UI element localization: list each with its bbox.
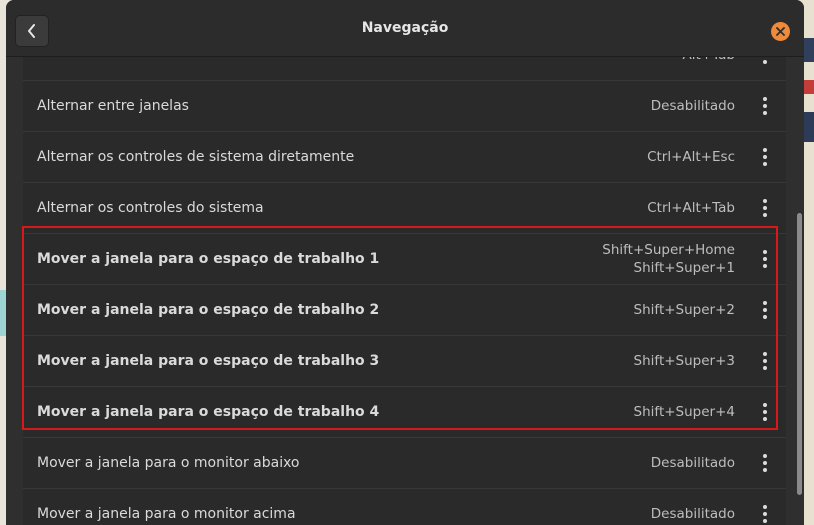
settings-dialog: Navegação Alt+Tab Alternar entre janelas D… bbox=[6, 0, 804, 525]
kebab-dot bbox=[763, 410, 767, 414]
shortcut-label: Mover a janela para o espaço de trabalho… bbox=[37, 302, 380, 318]
shortcut-keys: Shift+Super+2 bbox=[634, 301, 735, 319]
more-options-icon[interactable] bbox=[762, 148, 768, 166]
more-options-icon[interactable] bbox=[762, 57, 768, 64]
shortcut-row[interactable]: Alternar os controles do sistema Ctrl+Alt… bbox=[23, 183, 786, 234]
kebab-dot bbox=[763, 264, 767, 268]
kebab-dot bbox=[763, 454, 767, 458]
kebab-dot bbox=[763, 366, 767, 370]
shortcut-key-value: Shift+Super+1 bbox=[633, 260, 735, 276]
shortcut-label: Mover a janela para o espaço de trabalho… bbox=[37, 353, 380, 369]
more-options-icon[interactable] bbox=[762, 97, 768, 115]
shortcut-row[interactable]: Mover a janela para o espaço de trabalho… bbox=[23, 234, 786, 285]
shortcut-keys: Ctrl+Alt+Esc bbox=[647, 148, 735, 166]
kebab-dot bbox=[763, 250, 767, 254]
kebab-dot bbox=[763, 199, 767, 203]
shortcut-key-value: Desabilitado bbox=[650, 506, 735, 522]
kebab-dot bbox=[763, 111, 767, 115]
shortcut-keys: Desabilitado bbox=[651, 97, 735, 115]
kebab-dot bbox=[763, 97, 767, 101]
shortcut-row[interactable]: Mover a janela para o espaço de trabalho… bbox=[23, 285, 786, 336]
shortcut-keys: Shift+Super+4 bbox=[634, 403, 735, 421]
kebab-dot bbox=[763, 308, 767, 312]
kebab-dot bbox=[763, 301, 767, 305]
more-options-icon[interactable] bbox=[762, 250, 768, 268]
kebab-dot bbox=[763, 60, 767, 64]
more-options-icon[interactable] bbox=[762, 403, 768, 421]
more-options-icon[interactable] bbox=[762, 301, 768, 319]
shortcut-label: Mover a janela para o monitor abaixo bbox=[37, 455, 300, 471]
shortcut-key-value: Desabilitado bbox=[650, 98, 735, 114]
kebab-dot bbox=[763, 512, 767, 516]
shortcuts-scroll-area[interactable]: Alt+Tab Alternar entre janelas Desabilitad… bbox=[6, 57, 804, 525]
shortcut-label: Alternar os controles do sistema bbox=[37, 200, 264, 216]
shortcut-keys: Desabilitado bbox=[651, 505, 735, 523]
shortcut-key-value: Alt+Tab bbox=[683, 57, 735, 64]
kebab-dot bbox=[763, 505, 767, 509]
shortcut-key-value: Shift+Super+2 bbox=[633, 302, 735, 318]
shortcut-key-value: Ctrl+Alt+Esc bbox=[647, 149, 735, 165]
more-options-icon[interactable] bbox=[762, 199, 768, 217]
kebab-dot bbox=[763, 213, 767, 217]
kebab-dot bbox=[763, 461, 767, 465]
shortcut-keys: Desabilitado bbox=[651, 454, 735, 472]
shortcut-list: Alt+Tab Alternar entre janelas Desabilitad… bbox=[23, 57, 786, 525]
shortcut-row[interactable]: Mover a janela para o monitor acima Desab… bbox=[23, 489, 786, 525]
close-icon bbox=[776, 27, 785, 36]
kebab-dot bbox=[763, 519, 767, 523]
kebab-dot bbox=[763, 403, 767, 407]
shortcut-keys: Shift+Super+Home Shift+Super+1 bbox=[602, 241, 735, 277]
kebab-dot bbox=[763, 148, 767, 152]
more-options-icon[interactable] bbox=[762, 505, 768, 523]
dialog-title: Navegação bbox=[361, 20, 449, 36]
shortcut-label: Alternar os controles de sistema diretam… bbox=[37, 149, 355, 165]
kebab-dot bbox=[763, 315, 767, 319]
shortcut-label: Mover a janela para o monitor acima bbox=[37, 506, 296, 522]
more-options-icon[interactable] bbox=[762, 454, 768, 472]
kebab-dot bbox=[763, 359, 767, 363]
shortcut-row[interactable]: Mover a janela para o espaço de trabalho… bbox=[23, 336, 786, 387]
kebab-dot bbox=[763, 352, 767, 356]
close-button[interactable] bbox=[771, 22, 790, 41]
shortcut-label: Alternar entre janelas bbox=[37, 98, 189, 114]
shortcut-keys: Ctrl+Alt+Tab bbox=[647, 199, 735, 217]
shortcut-key-value: Shift+Super+4 bbox=[633, 404, 735, 420]
shortcut-key-value: Shift+Super+3 bbox=[633, 353, 735, 369]
shortcut-key-value: Ctrl+Alt+Tab bbox=[647, 200, 735, 216]
shortcut-keys: Alt+Tab bbox=[683, 57, 735, 64]
shortcut-label: Mover a janela para o espaço de trabalho… bbox=[37, 404, 380, 420]
kebab-dot bbox=[763, 104, 767, 108]
shortcut-label: Mover a janela para o espaço de trabalho… bbox=[37, 251, 380, 267]
dialog-header: Navegação bbox=[6, 0, 804, 57]
kebab-dot bbox=[763, 162, 767, 166]
shortcut-row[interactable]: Mover a janela para o monitor abaixo Desa… bbox=[23, 438, 786, 489]
shortcut-key-value: Shift+Super+Home bbox=[602, 242, 735, 258]
shortcut-row[interactable]: Alternar entre janelas Desabilitado bbox=[23, 81, 786, 132]
kebab-dot bbox=[763, 206, 767, 210]
shortcut-row[interactable]: Alternar os controles de sistema diretam… bbox=[23, 132, 786, 183]
shortcut-row[interactable]: Alt+Tab bbox=[23, 57, 786, 81]
shortcut-row[interactable]: Mover a janela para o espaço de trabalho… bbox=[23, 387, 786, 438]
kebab-dot bbox=[763, 257, 767, 261]
kebab-dot bbox=[763, 417, 767, 421]
kebab-dot bbox=[763, 468, 767, 472]
kebab-dot bbox=[763, 155, 767, 159]
scrollbar[interactable] bbox=[797, 213, 802, 495]
shortcut-keys: Shift+Super+3 bbox=[634, 352, 735, 370]
more-options-icon[interactable] bbox=[762, 352, 768, 370]
shortcut-key-value: Desabilitado bbox=[650, 455, 735, 471]
